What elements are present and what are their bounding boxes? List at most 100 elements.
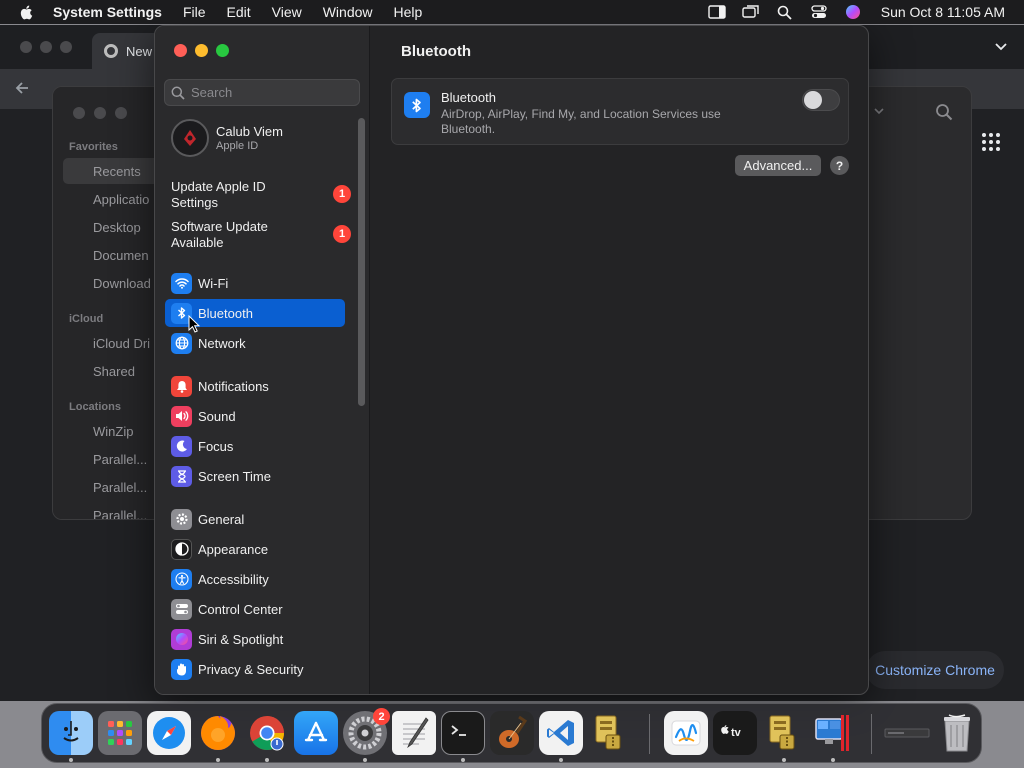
textedit-app-icon[interactable] — [392, 711, 436, 755]
siri-icon — [171, 628, 192, 650]
finder-section-favorites: Favorites — [69, 141, 118, 153]
menu-edit[interactable]: Edit — [227, 4, 251, 20]
finder-item-applications[interactable]: Applicatio — [93, 192, 149, 207]
sidebar-item-label: Wi-Fi — [198, 275, 229, 291]
finder-item-parallels-2[interactable]: Parallel... — [93, 480, 147, 495]
finder-app-icon[interactable] — [49, 711, 93, 755]
trash-app-icon[interactable] — [935, 711, 979, 755]
notification-badge: 1 — [333, 185, 351, 203]
garageband-app-icon[interactable] — [490, 711, 534, 755]
freeform-app-icon[interactable] — [664, 711, 708, 755]
menu-file[interactable]: File — [183, 4, 206, 20]
parallels-app-icon[interactable] — [811, 711, 855, 755]
safari-app-icon[interactable] — [147, 711, 191, 755]
sidebar-item-general[interactable]: General — [165, 505, 345, 533]
menu-help[interactable]: Help — [394, 4, 423, 20]
screen-mirroring-icon[interactable] — [741, 4, 761, 20]
apple-tv-app-icon[interactable]: tv — [713, 711, 757, 755]
sidebar-item-privacy-security[interactable]: Privacy & Security — [165, 655, 345, 683]
chevron-down-icon[interactable] — [873, 105, 885, 117]
finder-item-parallels-1[interactable]: Parallel... — [93, 452, 147, 467]
search-input[interactable] — [191, 85, 351, 100]
chrome-window-controls — [20, 41, 72, 53]
chevron-down-icon[interactable] — [994, 39, 1008, 53]
moon-icon — [171, 435, 192, 457]
sidebar-item-appearance[interactable]: Appearance — [165, 535, 345, 563]
finder-item-desktop[interactable]: Desktop — [93, 220, 141, 235]
apple-id-profile[interactable]: Calub Viem Apple ID — [171, 119, 283, 157]
hourglass-icon — [171, 465, 192, 487]
chrome-close-button[interactable] — [20, 41, 32, 53]
menu-bar: System Settings File Edit View Window He… — [0, 0, 1024, 24]
firefox-app-icon[interactable] — [196, 711, 240, 755]
finder-item-downloads[interactable]: Download — [93, 276, 151, 291]
sidebar-item-accessibility[interactable]: Accessibility — [165, 565, 345, 593]
finder-item-icloud-drive[interactable]: iCloud Dri — [93, 336, 150, 351]
spotlight-search-icon[interactable] — [775, 4, 795, 20]
sidebar-item-focus[interactable]: Focus — [165, 432, 345, 460]
bluetooth-toggle[interactable] — [802, 89, 840, 111]
running-indicator — [69, 758, 73, 762]
finder-close-button[interactable] — [73, 107, 85, 119]
appearance-icon — [171, 538, 192, 560]
finder-item-documents[interactable]: Documen — [93, 248, 149, 263]
siri-icon[interactable] — [843, 4, 863, 20]
vscode-app-icon[interactable] — [539, 711, 583, 755]
finder-item-recents[interactable]: Recents — [93, 164, 141, 179]
finder-item-shared[interactable]: Shared — [93, 364, 135, 379]
zoom-button[interactable] — [216, 44, 229, 57]
back-arrow-icon[interactable] — [14, 80, 30, 96]
app-store-app-icon[interactable] — [294, 711, 338, 755]
menu-app-name[interactable]: System Settings — [53, 4, 162, 20]
launchpad-app-icon[interactable] — [98, 711, 142, 755]
finder-window-controls — [73, 107, 127, 119]
finder-item-winzip[interactable]: WinZip — [93, 424, 133, 439]
update-apple-id-notice[interactable]: Update Apple ID Settings 1 — [171, 179, 351, 211]
profile-subtitle: Apple ID — [216, 140, 259, 152]
display-icon[interactable] — [707, 4, 727, 20]
sidebar-scrollbar[interactable] — [358, 118, 365, 406]
globe-icon — [171, 332, 192, 354]
close-button[interactable] — [174, 44, 187, 57]
sidebar-item-label: Control Center — [198, 601, 283, 617]
archive-app-2-icon[interactable] — [762, 711, 806, 755]
menu-window[interactable]: Window — [323, 4, 373, 20]
sidebar-item-screen-time[interactable]: Screen Time — [165, 462, 345, 490]
advanced-button[interactable]: Advanced... — [735, 155, 821, 176]
chrome-zoom-button[interactable] — [60, 41, 72, 53]
minimized-window-thumbnail[interactable] — [882, 711, 932, 755]
gear-icon — [171, 508, 192, 530]
sidebar-item-control-center[interactable]: Control Center — [165, 595, 345, 623]
menu-view[interactable]: View — [272, 4, 302, 20]
chrome-app-icon[interactable] — [245, 711, 289, 755]
archive-utility-app-icon[interactable] — [588, 711, 632, 755]
running-indicator — [782, 758, 786, 762]
minimize-button[interactable] — [195, 44, 208, 57]
menu-clock[interactable]: Sun Oct 8 11:05 AM — [881, 4, 1005, 20]
notification-badge: 2 — [373, 708, 390, 725]
sidebar-item-label: Bluetooth — [198, 305, 253, 321]
apple-menu-icon[interactable] — [19, 4, 35, 21]
sidebar-item-siri-spotlight[interactable]: Siri & Spotlight — [165, 625, 345, 653]
finder-minimize-button[interactable] — [94, 107, 106, 119]
dock-separator — [871, 714, 872, 754]
sidebar-item-wifi[interactable]: Wi-Fi — [165, 269, 345, 297]
control-center-icon[interactable] — [809, 4, 829, 20]
finder-zoom-button[interactable] — [115, 107, 127, 119]
finder-item-parallels-3[interactable]: Parallel... — [93, 508, 147, 519]
apps-grid-icon[interactable] — [981, 132, 1001, 152]
finder-sidebar: Favorites Recents Applicatio Desktop Doc… — [53, 87, 163, 519]
chrome-minimize-button[interactable] — [40, 41, 52, 53]
customize-chrome-button[interactable]: Customize Chrome — [866, 651, 1004, 689]
running-indicator — [265, 758, 269, 762]
terminal-app-icon[interactable] — [441, 711, 485, 755]
sidebar-item-sound[interactable]: Sound — [165, 402, 345, 430]
search-icon[interactable] — [935, 103, 953, 121]
sidebar-item-notifications[interactable]: Notifications — [165, 372, 345, 400]
sidebar-item-network[interactable]: Network — [165, 329, 345, 357]
toggle-knob — [804, 91, 822, 109]
bell-icon — [171, 375, 192, 397]
svg-text:tv: tv — [731, 727, 742, 739]
help-button[interactable]: ? — [830, 156, 849, 175]
software-update-notice[interactable]: Software Update Available 1 — [171, 219, 351, 251]
